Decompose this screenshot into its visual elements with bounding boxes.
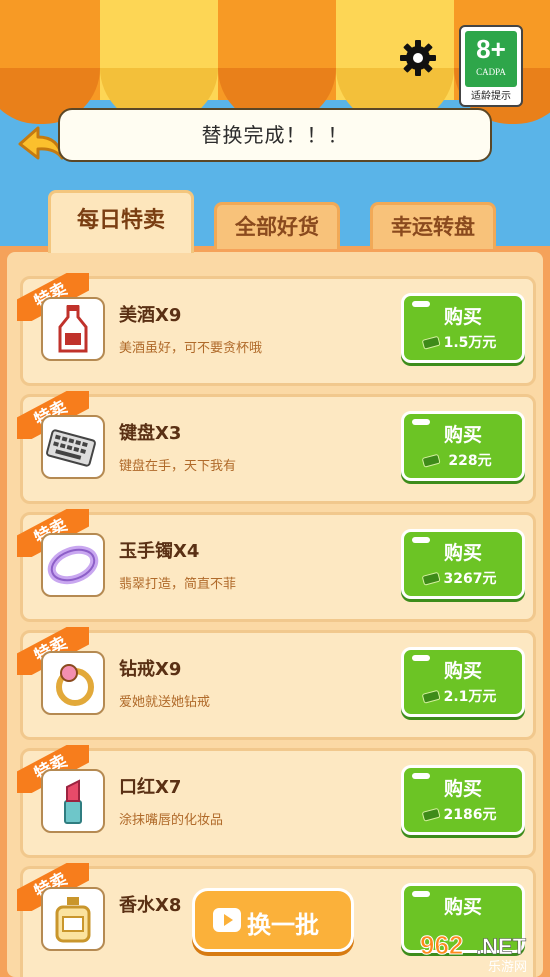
age-rating-org: CADPA bbox=[476, 67, 506, 77]
perfume-icon bbox=[41, 887, 105, 951]
refresh-batch-button[interactable]: 换一批 bbox=[192, 888, 354, 952]
item-title: 钻戒X9 bbox=[119, 659, 182, 680]
age-rating-number: 8+ bbox=[476, 34, 506, 64]
video-icon bbox=[213, 908, 241, 932]
item-desc: 爱她就送她钻戒 bbox=[119, 695, 211, 710]
item-title: 香水X8 bbox=[119, 895, 182, 916]
item-title: 玉手镯X4 bbox=[119, 541, 200, 562]
buy-button[interactable]: 购买 228元 bbox=[401, 411, 525, 481]
diamond-ring-icon bbox=[41, 651, 105, 715]
item-desc: 键盘在手，天下我有 bbox=[119, 459, 237, 474]
item-title: 美酒X9 bbox=[119, 305, 182, 326]
buy-button[interactable]: 购买 2.1万元 bbox=[401, 647, 525, 717]
list-item: 特卖 口红X7 涂抹嘴唇的化妆品 购买 2186元 bbox=[17, 745, 536, 858]
tab-daily-sale[interactable]: 每日特卖 bbox=[48, 190, 194, 253]
buy-button[interactable]: 购买 2186元 bbox=[401, 765, 525, 835]
jade-bracelet-icon bbox=[41, 533, 105, 597]
keyboard-icon bbox=[41, 415, 105, 479]
item-desc: 翡翠打造，简直不菲 bbox=[119, 577, 237, 592]
age-rating-caption: 适龄提示 bbox=[471, 91, 511, 102]
lipstick-icon bbox=[41, 769, 105, 833]
buy-button[interactable]: 购买 3267元 bbox=[401, 529, 525, 599]
svg-text:.NET: .NET bbox=[476, 934, 527, 959]
buy-button[interactable]: 购买 1.5万元 bbox=[401, 293, 525, 363]
price-label: 3267元 bbox=[443, 571, 497, 587]
item-desc: 涂抹嘴唇的化妆品 bbox=[119, 813, 224, 828]
toast-message: 替换完成！！！ bbox=[58, 108, 492, 162]
list-item: 特卖 玉手镯X4 翡翠打造，简直不菲 购买 3267元 bbox=[17, 509, 536, 622]
price-label: 228元 bbox=[448, 453, 492, 469]
price-label: 2186元 bbox=[443, 807, 497, 823]
list-item: 特卖 钻戒X9 爱她就送她钻戒 购买 2.1万元 bbox=[17, 627, 536, 740]
gear-icon[interactable] bbox=[398, 38, 438, 78]
price-label: 1.5万元 bbox=[443, 335, 497, 351]
list-item: 特卖 键盘X3 键盘在手，天下我有 购买 228元 bbox=[17, 391, 536, 504]
item-title: 键盘X3 bbox=[119, 423, 182, 444]
item-desc: 美酒虽好，可不要贪杯哦 bbox=[119, 341, 263, 356]
site-watermark: 962 .NET 乐游网 bbox=[420, 930, 528, 975]
liquor-bottle-icon bbox=[41, 297, 105, 361]
tab-lucky-wheel[interactable]: 幸运转盘 bbox=[370, 202, 496, 249]
price-label: 2.1万元 bbox=[443, 689, 497, 705]
svg-text:962: 962 bbox=[420, 930, 463, 960]
age-rating-badge: 8+ CADPA 适龄提示 bbox=[459, 25, 523, 107]
item-title: 口红X7 bbox=[119, 777, 182, 798]
list-item: 特卖 美酒X9 美酒虽好，可不要贪杯哦 购买 1.5万元 bbox=[17, 273, 536, 386]
svg-text:乐游网: 乐游网 bbox=[488, 960, 527, 974]
tab-all-goods[interactable]: 全部好货 bbox=[214, 202, 340, 249]
